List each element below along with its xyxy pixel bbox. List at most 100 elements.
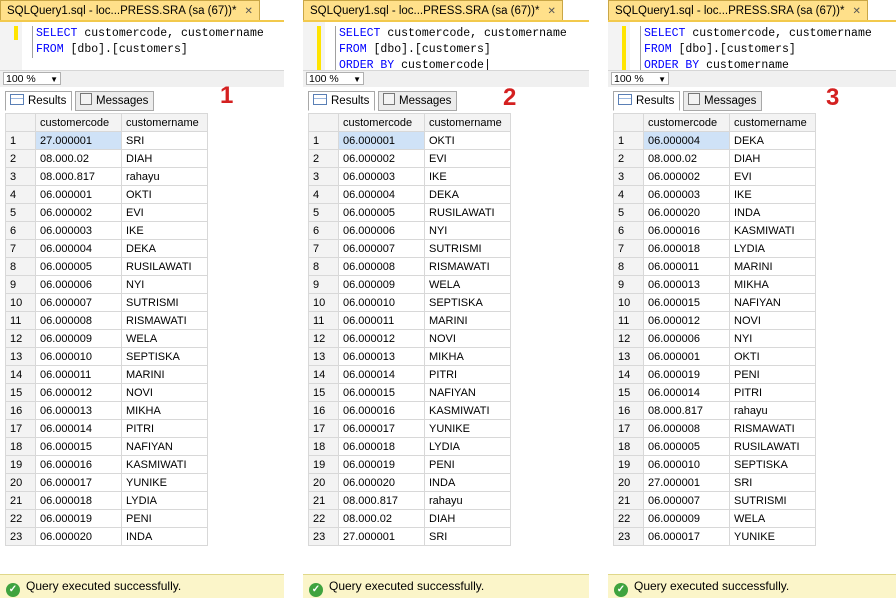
cell-customercode[interactable]: 08.000.817 xyxy=(35,167,122,186)
column-header-customername[interactable]: customername xyxy=(121,113,208,132)
table-row[interactable]: 18 06.000018 LYDIA xyxy=(308,437,511,456)
cell-customername[interactable]: WELA xyxy=(729,509,816,528)
table-row[interactable]: 3 06.000002 EVI xyxy=(613,167,816,186)
cell-customercode[interactable]: 06.000013 xyxy=(643,275,730,294)
cell-customercode[interactable]: 06.000003 xyxy=(338,167,425,186)
row-number-header[interactable] xyxy=(308,113,339,132)
cell-customercode[interactable]: 06.000019 xyxy=(35,509,122,528)
cell-customercode[interactable]: 06.000017 xyxy=(338,419,425,438)
cell-customercode[interactable]: 06.000019 xyxy=(643,365,730,384)
row-number[interactable]: 9 xyxy=(5,275,36,294)
table-row[interactable]: 21 08.000.817 rahayu xyxy=(308,491,511,510)
table-row[interactable]: 12 06.000012 NOVI xyxy=(308,329,511,348)
cell-customername[interactable]: DIAH xyxy=(121,149,208,168)
row-number[interactable]: 8 xyxy=(613,257,644,276)
table-row[interactable]: 21 06.000007 SUTRISMI xyxy=(613,491,816,510)
cell-customercode[interactable]: 06.000003 xyxy=(643,185,730,204)
cell-customername[interactable]: RISMAWATI xyxy=(424,257,511,276)
cell-customercode[interactable]: 06.000012 xyxy=(643,311,730,330)
cell-customername[interactable]: EVI xyxy=(121,203,208,222)
cell-customername[interactable]: MIKHA xyxy=(729,275,816,294)
table-row[interactable]: 17 06.000008 RISMAWATI xyxy=(613,419,816,438)
zoom-select[interactable]: 100 % ▼ xyxy=(306,72,364,85)
table-row[interactable]: 5 06.000020 INDA xyxy=(613,203,816,222)
row-number[interactable]: 12 xyxy=(613,329,644,348)
results-grid[interactable]: customercode customername 1 27.000001 SRI 2 08… xyxy=(5,113,208,546)
cell-customercode[interactable]: 06.000019 xyxy=(338,455,425,474)
cell-customercode[interactable]: 06.000014 xyxy=(35,419,122,438)
column-header-customername[interactable]: customername xyxy=(424,113,511,132)
cell-customername[interactable]: RISMAWATI xyxy=(729,419,816,438)
cell-customercode[interactable]: 06.000009 xyxy=(338,275,425,294)
row-number[interactable]: 2 xyxy=(5,149,36,168)
table-row[interactable]: 23 06.000017 YUNIKE xyxy=(613,527,816,546)
cell-customercode[interactable]: 06.000014 xyxy=(338,365,425,384)
cell-customercode[interactable]: 06.000020 xyxy=(35,527,122,546)
cell-customername[interactable]: LYDIA xyxy=(729,239,816,258)
cell-customercode[interactable]: 06.000002 xyxy=(338,149,425,168)
column-header-customercode[interactable]: customercode xyxy=(35,113,122,132)
cell-customername[interactable]: NAFIYAN xyxy=(424,383,511,402)
cell-customername[interactable]: YUNIKE xyxy=(424,419,511,438)
cell-customercode[interactable]: 06.000015 xyxy=(643,293,730,312)
sql-editor[interactable]: SELECT customercode, customername FROM [… xyxy=(608,22,896,72)
cell-customername[interactable]: RISMAWATI xyxy=(121,311,208,330)
results-grid[interactable]: customercode customername 1 06.000001 OKTI 2 0… xyxy=(308,113,511,546)
table-row[interactable]: 16 06.000013 MIKHA xyxy=(5,401,208,420)
cell-customercode[interactable]: 06.000013 xyxy=(338,347,425,366)
cell-customercode[interactable]: 06.000006 xyxy=(35,275,122,294)
row-number[interactable]: 8 xyxy=(308,257,339,276)
table-row[interactable]: 4 06.000001 OKTI xyxy=(5,185,208,204)
row-number[interactable]: 19 xyxy=(5,455,36,474)
row-number[interactable]: 10 xyxy=(5,293,36,312)
cell-customercode[interactable]: 06.000007 xyxy=(643,491,730,510)
row-number[interactable]: 5 xyxy=(308,203,339,222)
tab-messages[interactable]: Messages xyxy=(378,91,458,111)
cell-customername[interactable]: RUSILAWATI xyxy=(729,437,816,456)
row-number[interactable]: 4 xyxy=(308,185,339,204)
cell-customername[interactable]: OKTI xyxy=(424,131,511,150)
cell-customercode[interactable]: 06.000020 xyxy=(643,203,730,222)
row-number[interactable]: 17 xyxy=(308,419,339,438)
table-row[interactable]: 5 06.000005 RUSILAWATI xyxy=(308,203,511,222)
cell-customername[interactable]: DEKA xyxy=(121,239,208,258)
row-number[interactable]: 11 xyxy=(308,311,339,330)
cell-customercode[interactable]: 06.000005 xyxy=(35,257,122,276)
cell-customercode[interactable]: 06.000007 xyxy=(35,293,122,312)
table-row[interactable]: 2 06.000002 EVI xyxy=(308,149,511,168)
column-header-customercode[interactable]: customercode xyxy=(338,113,425,132)
column-header-customername[interactable]: customername xyxy=(729,113,816,132)
cell-customercode[interactable]: 06.000004 xyxy=(338,185,425,204)
cell-customername[interactable]: DEKA xyxy=(424,185,511,204)
sql-editor[interactable]: SELECT customercode, customername FROM [… xyxy=(0,22,284,70)
row-number[interactable]: 15 xyxy=(5,383,36,402)
row-number[interactable]: 5 xyxy=(5,203,36,222)
query-tab[interactable]: SQLQuery1.sql - loc...PRESS.SRA (sa (67)… xyxy=(0,0,260,21)
cell-customername[interactable]: MARINI xyxy=(424,311,511,330)
cell-customercode[interactable]: 06.000005 xyxy=(643,437,730,456)
cell-customername[interactable]: SRI xyxy=(121,131,208,150)
table-row[interactable]: 16 06.000016 KASMIWATI xyxy=(308,401,511,420)
cell-customername[interactable]: PENI xyxy=(121,509,208,528)
cell-customercode[interactable]: 08.000.817 xyxy=(643,401,730,420)
table-row[interactable]: 2 08.000.02 DIAH xyxy=(613,149,816,168)
table-row[interactable]: 9 06.000013 MIKHA xyxy=(613,275,816,294)
row-number[interactable]: 9 xyxy=(613,275,644,294)
row-number[interactable]: 3 xyxy=(613,167,644,186)
table-row[interactable]: 6 06.000003 IKE xyxy=(5,221,208,240)
row-number[interactable]: 16 xyxy=(308,401,339,420)
row-number[interactable]: 12 xyxy=(5,329,36,348)
cell-customername[interactable]: MARINI xyxy=(121,365,208,384)
row-number[interactable]: 7 xyxy=(613,239,644,258)
row-number[interactable]: 8 xyxy=(5,257,36,276)
row-number[interactable]: 3 xyxy=(5,167,36,186)
row-number[interactable]: 14 xyxy=(5,365,36,384)
cell-customercode[interactable]: 06.000018 xyxy=(643,239,730,258)
table-row[interactable]: 7 06.000018 LYDIA xyxy=(613,239,816,258)
table-row[interactable]: 10 06.000007 SUTRISMI xyxy=(5,293,208,312)
cell-customercode[interactable]: 06.000006 xyxy=(643,329,730,348)
cell-customercode[interactable]: 06.000012 xyxy=(338,329,425,348)
cell-customername[interactable]: NYI xyxy=(424,221,511,240)
cell-customercode[interactable]: 06.000007 xyxy=(338,239,425,258)
cell-customercode[interactable]: 06.000010 xyxy=(643,455,730,474)
